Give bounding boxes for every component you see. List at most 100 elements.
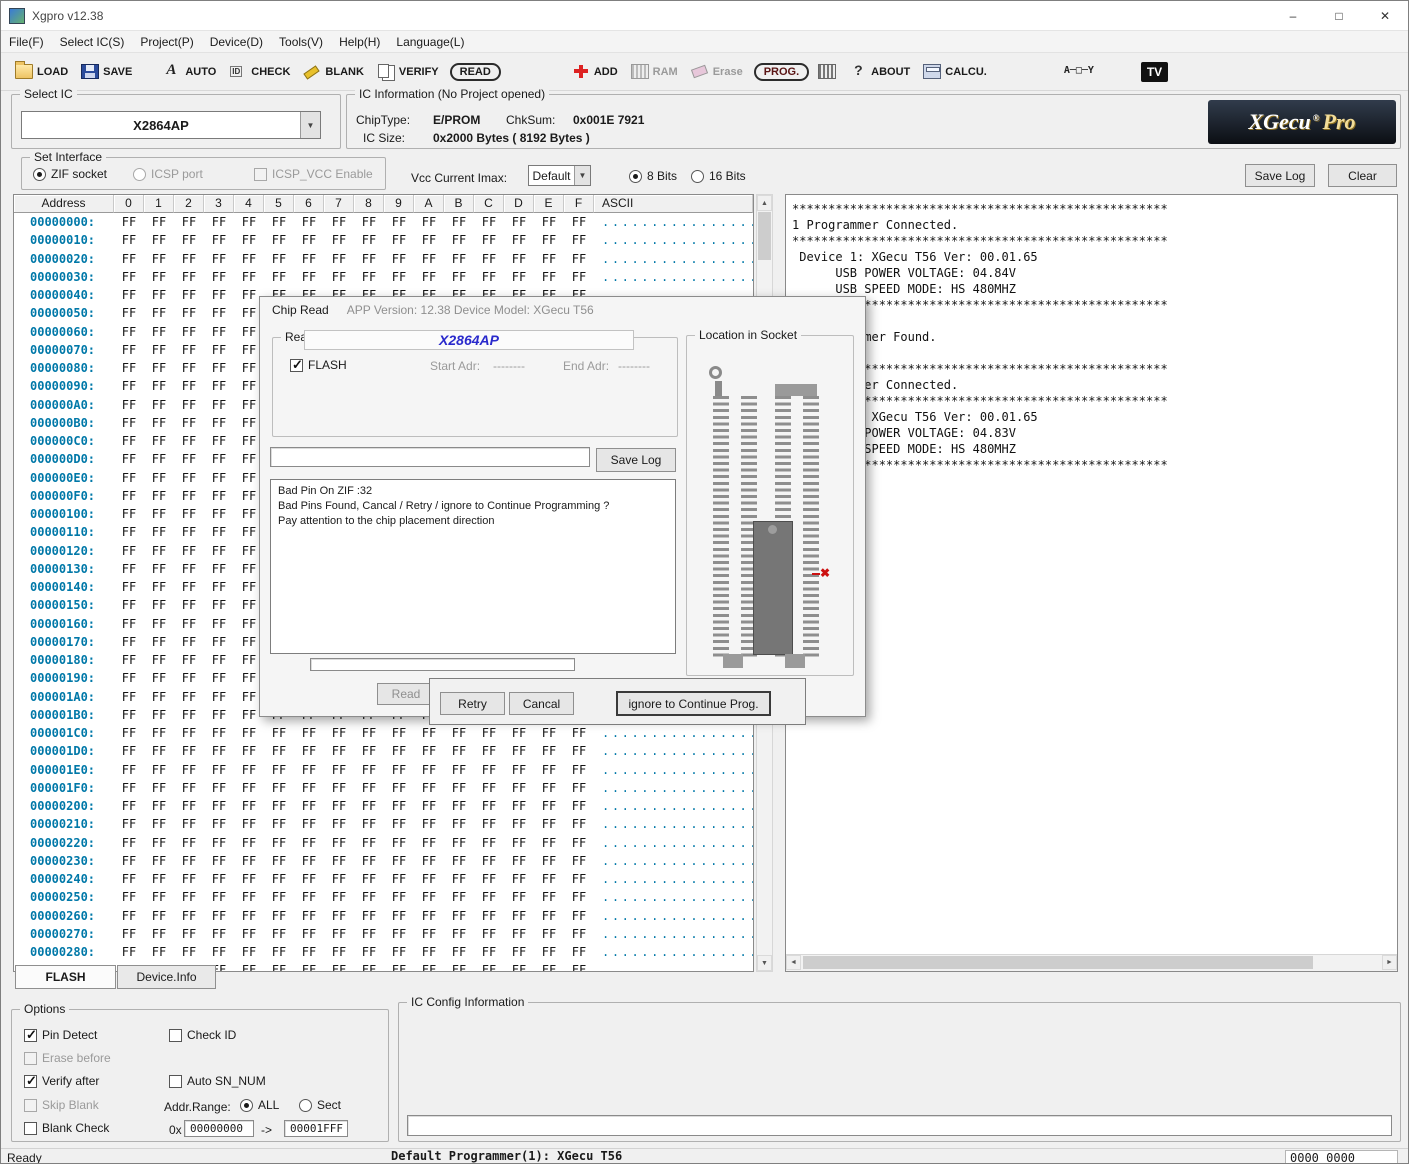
vcc-imax-select[interactable]: Default ▼ [528, 165, 591, 186]
hex-byte-cell: FF [474, 870, 504, 888]
toolbar-calcu-button[interactable]: CALCU. [919, 61, 991, 82]
hex-row-address: 00000180: [14, 651, 114, 669]
save-log-button[interactable]: Save Log [1245, 164, 1315, 187]
read-button[interactable]: Read [377, 683, 435, 705]
toolbar-logic-button[interactable] [1060, 61, 1106, 82]
hex-byte-cell: FF [114, 815, 144, 833]
hex-col-header: Address [14, 195, 114, 213]
scroll-down-icon[interactable]: ▼ [757, 955, 772, 971]
tab-flash[interactable]: FLASH [15, 965, 116, 989]
auto-sn-num-checkbox[interactable]: Auto SN_NUM [169, 1074, 266, 1088]
hex-row-address: 000001A0: [14, 688, 114, 706]
hex-byte-cell: FF [444, 231, 474, 249]
scroll-right-icon[interactable]: ► [1382, 955, 1397, 970]
hex-row[interactable]: 00000000:FFFFFFFFFFFFFFFFFFFFFFFFFFFFFFF… [14, 213, 753, 231]
toolbar-ic-button[interactable] [814, 61, 840, 82]
auto-icon [163, 64, 181, 79]
app-icon [9, 8, 25, 24]
toolbar-save-button[interactable]: SAVE [77, 61, 136, 82]
zif-socket-radio[interactable]: ZIF socket [33, 167, 107, 181]
erase-before-checkbox[interactable]: Erase before [24, 1051, 111, 1065]
toolbar-verify-button[interactable]: VERIFY [373, 61, 443, 82]
hex-row[interactable]: 00000230:FFFFFFFFFFFFFFFFFFFFFFFFFFFFFFF… [14, 852, 753, 870]
hex-byte-cell: FF [324, 724, 354, 742]
range-start-input[interactable]: 00000000 [184, 1120, 254, 1137]
blank-check-checkbox[interactable]: Blank Check [24, 1121, 109, 1135]
chevron-down-icon[interactable]: ▼ [574, 166, 590, 185]
toolbar-erase-button[interactable]: Erase [687, 61, 747, 82]
hex-row[interactable]: 000001F0:FFFFFFFFFFFFFFFFFFFFFFFFFFFFFFF… [14, 779, 753, 797]
toolbar-auto-button[interactable]: AUTO [159, 61, 220, 82]
toolbar-add-button[interactable]: ADD [568, 61, 622, 82]
hex-row[interactable]: 00000030:FFFFFFFFFFFFFFFFFFFFFFFFFFFFFFF… [14, 268, 753, 286]
scroll-left-icon[interactable]: ◄ [786, 955, 801, 970]
hex-row[interactable]: 000001C0:FFFFFFFFFFFFFFFFFFFFFFFFFFFFFFF… [14, 724, 753, 742]
flash-range-checkbox[interactable]: FLASH [290, 358, 347, 372]
scroll-up-icon[interactable]: ▲ [757, 195, 772, 211]
minimize-icon[interactable]: – [1270, 1, 1316, 30]
check-id-checkbox[interactable]: Check ID [169, 1028, 236, 1042]
hex-row[interactable]: 00000240:FFFFFFFFFFFFFFFFFFFFFFFFFFFFFFF… [14, 870, 753, 888]
hex-byte-cell: FF [564, 870, 594, 888]
toolbar-prog-button[interactable]: PROG. [754, 63, 809, 81]
hex-row[interactable]: 00000250:FFFFFFFFFFFFFFFFFFFFFFFFFFFFFFF… [14, 888, 753, 906]
tab-device-info[interactable]: Device.Info [117, 965, 216, 989]
chevron-down-icon[interactable]: ▼ [300, 112, 320, 138]
menu-item-deviced[interactable]: Device(D) [202, 31, 271, 53]
menu-item-languagel[interactable]: Language(L) [388, 31, 472, 53]
hex-row[interactable]: 00000270:FFFFFFFFFFFFFFFFFFFFFFFFFFFFFFF… [14, 925, 753, 943]
hex-row[interactable]: 00000020:FFFFFFFFFFFFFFFFFFFFFFFFFFFFFFF… [14, 250, 753, 268]
menu-item-projectp[interactable]: Project(P) [132, 31, 201, 53]
hex-row[interactable]: 000001D0:FFFFFFFFFFFFFFFFFFFFFFFFFFFFFFF… [14, 742, 753, 760]
toolbar-about-button[interactable]: ABOUT [845, 61, 914, 82]
dialog-title-bar[interactable]: Chip Read APP Version: 12.38 Device Mode… [260, 297, 865, 323]
bits-8-radio[interactable]: 8 Bits [629, 169, 677, 183]
toolbar-tv-button[interactable]: TV [1137, 59, 1172, 85]
addr-range-sect-radio[interactable]: Sect [299, 1098, 341, 1112]
log-horizontal-scrollbar[interactable]: ◄ ► [786, 954, 1397, 971]
addr-range-all-radio[interactable]: ALL [240, 1098, 279, 1112]
pin-detect-label: Pin Detect [42, 1028, 97, 1042]
icsp-vcc-checkbox[interactable]: ICSP_VCC Enable [254, 167, 373, 181]
verify-after-checkbox[interactable]: Verify after [24, 1074, 99, 1088]
toolbar-ram-button[interactable]: RAM [627, 61, 682, 82]
toolbar-check-button[interactable]: CHECK [225, 61, 294, 82]
menu-item-helph[interactable]: Help(H) [331, 31, 388, 53]
hex-byte-cell: FF [504, 870, 534, 888]
retry-button[interactable]: Retry [440, 692, 505, 715]
hex-byte-cell: FF [144, 432, 174, 450]
close-icon[interactable]: ✕ [1362, 1, 1408, 30]
hex-row[interactable]: 00000200:FFFFFFFFFFFFFFFFFFFFFFFFFFFFFFF… [14, 797, 753, 815]
scrollbar-thumb[interactable] [758, 212, 771, 260]
toolbar-read-button[interactable]: READ [450, 63, 501, 81]
cancel-button[interactable]: Cancal [509, 692, 574, 715]
hex-ascii-cell: ................ [594, 834, 753, 852]
hex-row[interactable]: 000001E0:FFFFFFFFFFFFFFFFFFFFFFFFFFFFFFF… [14, 761, 753, 779]
skip-blank-checkbox[interactable]: Skip Blank [24, 1098, 99, 1112]
hex-row[interactable]: 00000010:FFFFFFFFFFFFFFFFFFFFFFFFFFFFFFF… [14, 231, 753, 249]
pin-detect-checkbox[interactable]: Pin Detect [24, 1028, 97, 1042]
hex-byte-cell: FF [384, 907, 414, 925]
clear-button[interactable]: Clear [1328, 164, 1397, 187]
hex-ascii-cell: ................ [594, 852, 753, 870]
ignore-continue-button[interactable]: ignore to Continue Prog. [616, 691, 771, 716]
scrollbar-thumb[interactable] [803, 956, 1313, 969]
hex-row[interactable]: 00000220:FFFFFFFFFFFFFFFFFFFFFFFFFFFFFFF… [14, 834, 753, 852]
bits-16-radio[interactable]: 16 Bits [691, 169, 746, 183]
menu-item-toolsv[interactable]: Tools(V) [271, 31, 331, 53]
dialog-save-log-button[interactable]: Save Log [596, 448, 676, 472]
icsp-port-radio[interactable]: ICSP port [133, 167, 203, 181]
hex-row[interactable]: 00000280:FFFFFFFFFFFFFFFFFFFFFFFFFFFFFFF… [14, 943, 753, 961]
range-end-input[interactable]: 00001FFF [284, 1120, 348, 1137]
maximize-icon[interactable]: □ [1316, 1, 1362, 30]
toolbar-load-button[interactable]: LOAD [11, 61, 72, 82]
menu-item-selectics[interactable]: Select IC(S) [52, 31, 133, 53]
hex-byte-cell: FF [174, 450, 204, 468]
hex-byte-cell: FF [354, 943, 384, 961]
hex-row[interactable]: 00000210:FFFFFFFFFFFFFFFFFFFFFFFFFFFFFFF… [14, 815, 753, 833]
hex-row[interactable]: 00000260:FFFFFFFFFFFFFFFFFFFFFFFFFFFFFFF… [14, 907, 753, 925]
ic-select-combo[interactable]: X2864AP ▼ [21, 111, 321, 139]
menu-item-filef[interactable]: File(F) [1, 31, 52, 53]
hex-byte-cell: FF [174, 596, 204, 614]
toolbar-blank-button[interactable]: BLANK [299, 61, 368, 82]
